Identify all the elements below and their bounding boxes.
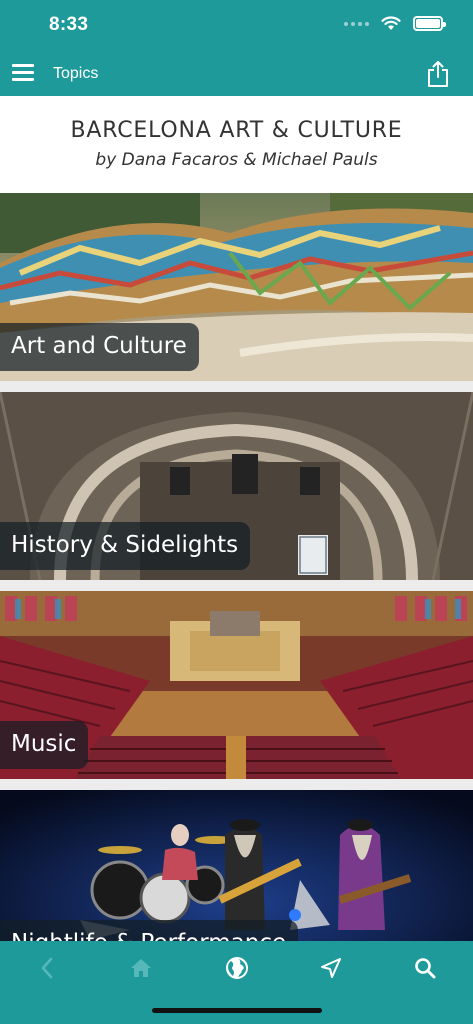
topic-card-art-and-culture[interactable]: Art and Culture [0, 193, 473, 381]
topics-list: Art and Culture History & Sidelights Mus… [0, 193, 473, 941]
back-icon [41, 957, 53, 979]
topic-label: Nightlife & Performance [0, 920, 299, 941]
topic-card-music[interactable]: Music [0, 591, 473, 779]
location-button[interactable] [316, 953, 346, 983]
wifi-icon [381, 16, 401, 30]
back-button[interactable] [32, 953, 62, 983]
topic-label: Music [0, 721, 89, 769]
topic-card-history-sidelights[interactable]: History & Sidelights [0, 392, 473, 580]
topic-label: History & Sidelights [0, 522, 251, 570]
home-indicator[interactable] [152, 1008, 322, 1013]
book-authors: by Dana Facaros & Michael Pauls [95, 150, 378, 170]
battery-icon [413, 16, 446, 31]
home-button[interactable] [126, 953, 156, 983]
share-button[interactable] [427, 60, 449, 88]
globe-button[interactable] [222, 953, 252, 983]
nav-title: Topics [53, 65, 99, 82]
search-button[interactable] [410, 953, 440, 983]
top-bar: 8:33 Topics [0, 0, 473, 96]
location-arrow-icon [321, 958, 341, 978]
topic-card-nightlife-performance[interactable]: Nightlife & Performance [0, 790, 473, 941]
concert-stage-image [0, 790, 473, 941]
status-icons [344, 16, 446, 31]
globe-icon [226, 957, 248, 979]
status-time: 8:33 [49, 14, 89, 35]
topic-label: Art and Culture [0, 323, 199, 371]
menu-button[interactable] [12, 64, 34, 82]
share-icon [428, 61, 448, 87]
book-header: BARCELONA ART & CULTURE by Dana Facaros … [0, 96, 473, 193]
home-icon [131, 959, 151, 977]
cellular-signal-icon [344, 21, 369, 26]
search-icon [415, 958, 436, 979]
book-title: BARCELONA ART & CULTURE [70, 118, 403, 143]
